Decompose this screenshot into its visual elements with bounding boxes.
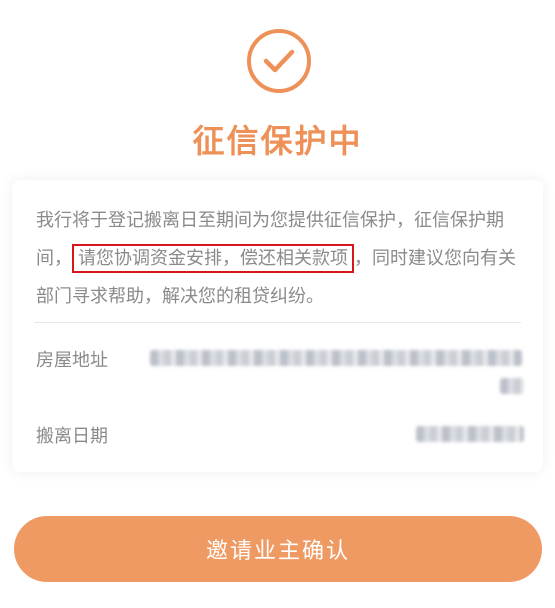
move-out-date-label: 搬离日期 — [36, 426, 108, 447]
check-circle-icon — [246, 28, 312, 94]
credit-protection-page: 征信保护中 我行将于登记搬离日至期间为您提供征信保护，征信保护期间， 请您协调资金… — [0, 0, 555, 608]
info-card: 我行将于登记搬离日至期间为您提供征信保护，征信保护期间， 请您协调资金安排，偿还相… — [12, 180, 543, 472]
status-title: 征信保护中 — [192, 122, 363, 160]
redacted-move-out-date-value — [416, 426, 524, 442]
notice-text: 我行将于登记搬离日至期间为您提供征信保护，征信保护期间， 请您协调资金安排，偿还相… — [36, 202, 528, 316]
address-label: 房屋地址 — [36, 350, 108, 371]
highlighted-repayment-notice: 请您协调资金安排，偿还相关款项 — [72, 244, 354, 273]
divider — [34, 322, 521, 323]
redacted-address-value — [150, 350, 522, 366]
invite-owner-confirm-button[interactable]: 邀请业主确认 — [14, 516, 542, 582]
redacted-address-value-continued — [500, 378, 524, 394]
invite-owner-confirm-label: 邀请业主确认 — [205, 539, 350, 564]
